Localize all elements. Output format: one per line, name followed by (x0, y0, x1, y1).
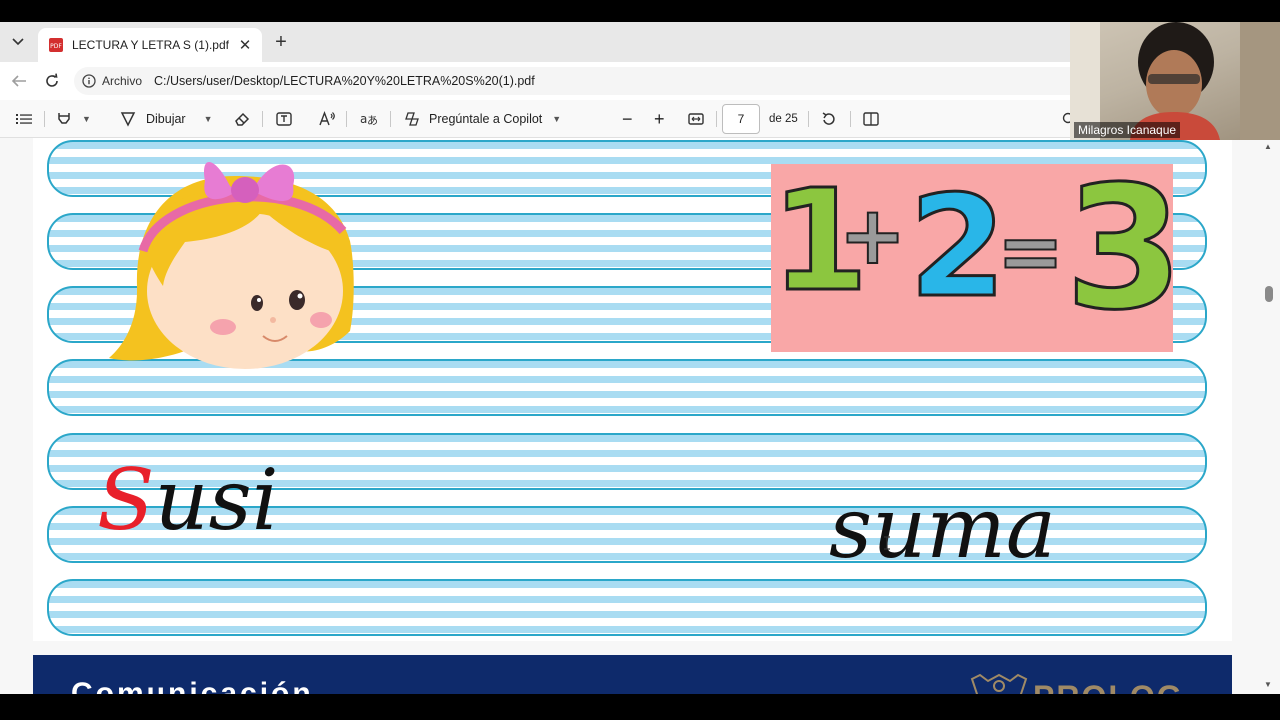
next-page-title: Comunicación (71, 677, 314, 694)
word-susi: Susi (97, 458, 279, 542)
rotate-button[interactable] (821, 100, 837, 138)
new-tab-button[interactable]: + (270, 31, 292, 53)
svg-text:あ: あ (367, 114, 378, 127)
equation-plus-sign: + (838, 189, 907, 282)
page-view-icon (863, 112, 879, 126)
word-suma: suma (829, 479, 1056, 577)
chevron-down-icon[interactable]: ▼ (552, 114, 561, 124)
read-aloud-icon (319, 111, 335, 126)
text-box-button[interactable] (276, 100, 292, 138)
pdf-viewer[interactable]: 1 + 2 = 3 Susi suma Comunicación PROLOG (0, 138, 1280, 694)
equation-equals-sign: = (996, 205, 1065, 298)
highlighter-icon (58, 113, 70, 124)
refresh-button[interactable] (41, 70, 63, 92)
fit-width-icon (688, 113, 704, 125)
text-cursor-icon (884, 536, 890, 550)
scroll-up-arrow-icon[interactable]: ▲ (1264, 142, 1272, 151)
refresh-icon (46, 73, 58, 87)
chevron-down-icon[interactable]: ▼ (204, 114, 213, 124)
tab-active[interactable]: PDF LECTURA Y LETRA S (1).pdf ✕ (38, 28, 262, 62)
scrollbar-thumb[interactable] (1265, 286, 1273, 302)
text-box-icon (276, 112, 292, 126)
scroll-down-arrow-icon[interactable]: ▼ (1264, 680, 1272, 689)
back-arrow-icon (11, 75, 26, 87)
draw-button[interactable]: Dibujar ▼ (120, 100, 213, 138)
contents-button[interactable] (16, 100, 32, 138)
toolbar-divider (390, 111, 391, 127)
girl-illustration (109, 162, 354, 369)
page-number-input[interactable]: 7 (722, 104, 760, 134)
svg-text:PDF: PDF (50, 43, 62, 50)
draw-pen-icon (120, 112, 136, 127)
translate-icon: aあ (360, 112, 378, 127)
word-susi-initial: S (97, 451, 155, 549)
toolbar-divider (716, 111, 717, 127)
webcam-overlay: Milagros Icanaque (1070, 22, 1280, 140)
copilot-icon (405, 112, 419, 126)
tab-list-button[interactable] (6, 30, 30, 54)
zoom-in-button[interactable]: + (654, 100, 665, 138)
tab-title: LECTURA Y LETRA S (1).pdf (72, 38, 229, 52)
eraser-icon (235, 112, 250, 126)
tab-close-button[interactable]: ✕ (236, 36, 254, 54)
address-url[interactable]: C:/Users/user/Desktop/LECTURA%20Y%20LETR… (154, 74, 535, 88)
pdf-file-icon: PDF (49, 38, 63, 52)
toolbar-divider (44, 111, 45, 127)
toolbar-divider (262, 111, 263, 127)
participant-name: Milagros Icanaque (1074, 122, 1181, 138)
next-pdf-page: Comunicación PROLOG (33, 655, 1232, 694)
vertical-scrollbar[interactable]: ▲ ▼ (1262, 138, 1276, 694)
address-scheme-label: Archivo (102, 74, 143, 88)
omnibox[interactable]: Archivo C:/Users/user/Desktop/LECTURA%20… (74, 67, 1084, 95)
page-total-label: de 25 (769, 113, 798, 125)
next-page-brand: PROLOG (1033, 679, 1184, 694)
writing-line (47, 579, 1207, 636)
zoom-out-button[interactable]: − (622, 100, 633, 138)
chevron-down-icon[interactable]: ▼ (82, 114, 91, 124)
page-view-button[interactable] (863, 100, 879, 138)
equation-image: 1 + 2 = 3 (771, 164, 1173, 352)
toolbar-divider (808, 111, 809, 127)
draw-label: Dibujar (146, 112, 186, 126)
highlight-button[interactable]: ▼ (56, 100, 91, 138)
equation-result: 3 (1063, 164, 1173, 348)
copilot-label: Pregúntale a Copilot (429, 112, 543, 126)
fit-width-button[interactable] (688, 100, 704, 138)
erase-button[interactable] (234, 100, 250, 138)
word-susi-rest: usi (154, 451, 279, 549)
toolbar-divider (346, 111, 347, 127)
back-button[interactable] (8, 70, 30, 92)
equation-number-two: 2 (907, 166, 1007, 329)
translate-button[interactable]: aあ (360, 100, 378, 138)
read-aloud-button[interactable] (318, 100, 336, 138)
rotate-icon (822, 112, 835, 125)
copilot-button[interactable]: Pregúntale a Copilot ▼ (404, 100, 561, 138)
screen: PDF LECTURA Y LETRA S (1).pdf ✕ + Archiv… (0, 0, 1280, 720)
chevron-down-icon (12, 38, 24, 46)
info-icon (82, 74, 96, 88)
prolog-logo-icon (970, 673, 1028, 694)
pdf-page: 1 + 2 = 3 Susi suma (33, 138, 1232, 641)
list-icon (16, 114, 32, 124)
toolbar-divider (850, 111, 851, 127)
